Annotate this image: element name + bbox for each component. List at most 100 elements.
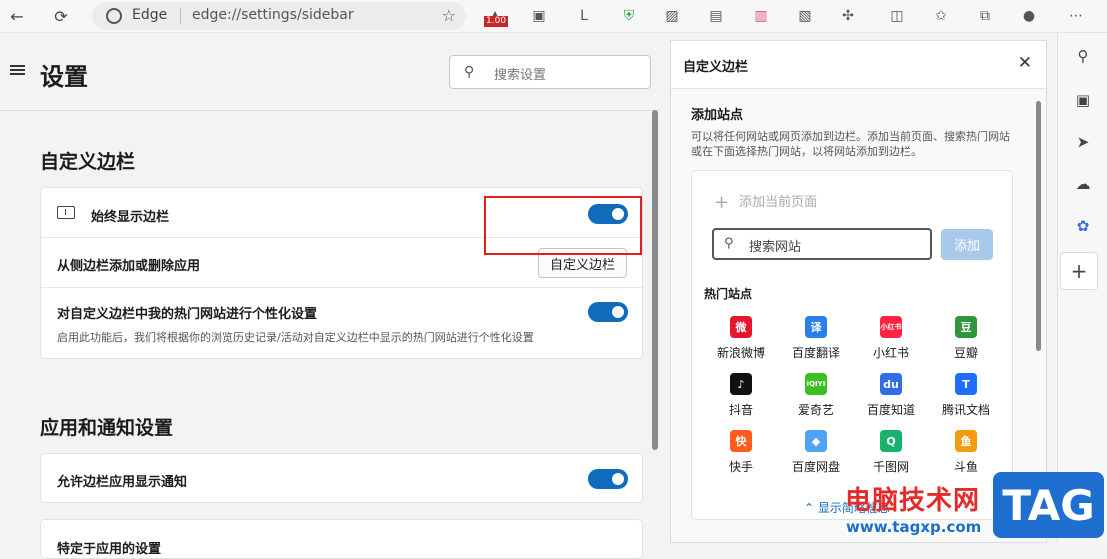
douyu-icon: 鱼 [955, 430, 977, 452]
app-settings-card: 特定于应用的设置 [40, 519, 643, 559]
favorites-icon[interactable]: ✩ [931, 6, 951, 26]
hot-site-name: 斗鱼 [953, 460, 978, 474]
more-menu-icon[interactable]: ⋯ [1066, 6, 1086, 26]
page-title: 设置 [40, 63, 88, 91]
hot-site-item[interactable]: 微新浪微博 [704, 316, 778, 361]
qiantu-icon: Q [880, 430, 902, 452]
add-favorite-icon[interactable]: ☆ [442, 6, 456, 25]
extension-clipboard-icon[interactable]: ▤ [706, 6, 726, 26]
extension-l-icon[interactable]: L [574, 6, 594, 26]
hot-site-item[interactable]: 鱼斗鱼 [929, 430, 1003, 475]
back-arrow-icon[interactable]: ← [4, 4, 30, 28]
extension-shield-icon[interactable]: ⛨ [619, 6, 639, 26]
customize-sidebar-panel: 自定义边栏 ✕ 添加站点 可以将任何网站或网页添加到边栏。添加当前页面、搜索热门… [670, 40, 1047, 543]
sidebar-panel-icon [57, 206, 75, 219]
split-screen-icon[interactable]: ◫ [887, 6, 907, 26]
hot-site-name: 新浪微博 [716, 346, 765, 360]
extension-image-icon[interactable]: ▨ [662, 6, 682, 26]
hot-site-name: 抖音 [728, 403, 753, 417]
weibo-icon: 微 [730, 316, 752, 338]
hot-sites-label: 热门站点 [704, 287, 753, 301]
address-brand: Edge [132, 7, 168, 23]
hot-site-name: 腾讯文档 [941, 403, 990, 417]
plus-icon: + [714, 192, 730, 213]
site-search-placeholder: 搜索网站 [749, 240, 802, 255]
hot-site-item[interactable]: Q 千图网 [854, 430, 928, 475]
extension-bookmark-icon[interactable]: ▥ [751, 6, 771, 26]
notify-label: 允许边栏应用显示通知 [57, 475, 188, 490]
tencent-docs-icon: T [955, 373, 977, 395]
add-site-card: + 添加当前页面 ⚲ 搜索网站 添加 热门站点 微新浪微博译百度翻译 小红书 小红书豆… [691, 170, 1013, 520]
section-title-notifications: 应用和通知设置 [40, 417, 174, 439]
personalize-label: 对自定义边栏中我的热门网站进行个性化设置 [57, 307, 318, 322]
personalize-toggle[interactable] [588, 302, 628, 322]
add-app-button[interactable]: + [1060, 252, 1098, 290]
watermark-logo: TAG [993, 472, 1104, 538]
add-site-description: 可以将任何网站或网页添加到边栏。添加当前页面、搜索热门网站或在下面选择热门网站，… [691, 130, 1010, 158]
address-bar[interactable]: Edge edge://settings/sidebar ☆ [92, 2, 466, 30]
settings-search-input[interactable]: ⚲ 搜索设置 [449, 55, 651, 89]
notify-toggle[interactable] [588, 469, 628, 489]
panel-header: 自定义边栏 ✕ [671, 41, 1046, 89]
hot-site-item[interactable]: ♪ 抖音 [704, 373, 778, 418]
hot-site-item[interactable]: 译百度翻译 [779, 316, 853, 361]
add-remove-apps-label: 从侧边栏添加或删除应用 [57, 259, 201, 274]
cloud-icon[interactable]: ☁ [1072, 173, 1094, 195]
browser-toolbar: ← ⟳ Edge edge://settings/sidebar ☆ ▲ 1.0… [0, 0, 1107, 33]
hot-site-item[interactable]: 快快手 [704, 430, 778, 475]
personalize-description: 启用此功能后，我们将根据你的浏览历史记录/活动对自定义边栏中显示的热门网站进行个… [57, 331, 534, 344]
hot-site-item[interactable]: ◆ 百度网盘 [779, 430, 853, 475]
settings-header: 设置 ⚲ 搜索设置 [0, 33, 660, 111]
watermark-url: www.tagxp.com [846, 518, 982, 536]
settings-page: 设置 ⚲ 搜索设置 自定义边栏 始终显示边栏 从侧边栏添加或删除应用 自定义边栏… [0, 33, 660, 559]
app-settings-label[interactable]: 特定于应用的设置 [57, 538, 161, 557]
hot-site-item[interactable]: 豆豆瓣 [929, 316, 1003, 361]
send-icon[interactable]: ➤ [1072, 131, 1094, 153]
sidebar-rail: ⚲ ▣ ➤ ☁ ✿ + [1057, 33, 1107, 543]
refresh-icon[interactable]: ⟳ [48, 4, 74, 28]
panel-scrollbar[interactable] [1036, 101, 1041, 351]
baidu-icon[interactable]: ✿ [1072, 215, 1094, 237]
hot-site-name: 千图网 [872, 460, 909, 474]
douyin-icon: ♪ [730, 373, 752, 395]
extensions-puzzle-icon[interactable]: ✣ [838, 6, 858, 26]
close-icon[interactable]: ✕ [1018, 53, 1032, 73]
extension-game-icon[interactable]: ▣ [529, 6, 549, 26]
collections-icon[interactable]: ⧉ [975, 6, 995, 26]
hot-site-name: 百度知道 [866, 403, 915, 417]
search-icon[interactable]: ⚲ [1072, 45, 1094, 67]
edge-logo-icon [106, 8, 122, 24]
search-icon: ⚲ [724, 236, 734, 251]
address-url: edge://settings/sidebar [192, 7, 354, 23]
xiaohongshu-icon: 小红书 [880, 316, 902, 338]
iqiyi-icon: iQIYI [805, 373, 827, 395]
menu-icon[interactable] [10, 65, 25, 75]
hot-site-item[interactable]: du 百度知道 [854, 373, 928, 418]
add-site-title: 添加站点 [691, 108, 744, 123]
hot-site-name: 百度翻译 [791, 346, 840, 360]
baidu-zhidao-icon: du [880, 373, 902, 395]
hot-site-item[interactable]: T 腾讯文档 [929, 373, 1003, 418]
baidu-translate-icon: 译 [805, 316, 827, 338]
add-current-page-button[interactable]: + 添加当前页面 [714, 191, 817, 213]
notification-card: 允许边栏应用显示通知 [40, 453, 643, 503]
search-placeholder: 搜索设置 [494, 68, 547, 83]
settings-scrollbar[interactable] [652, 110, 658, 450]
hot-site-item[interactable]: 小红书 小红书 [854, 316, 928, 361]
hot-site-name: 快手 [728, 460, 753, 474]
extension-badge: 1.00 [484, 16, 509, 27]
site-search-input[interactable]: ⚲ 搜索网站 [712, 228, 932, 260]
add-current-page-label: 添加当前页面 [739, 195, 818, 210]
hot-site-item[interactable]: iQIYI 爱奇艺 [779, 373, 853, 418]
baidu-netdisk-icon: ◆ [805, 430, 827, 452]
hot-site-name: 百度网盘 [791, 460, 840, 474]
douban-icon: 豆 [955, 316, 977, 338]
search-icon: ⚲ [464, 64, 475, 80]
add-site-button[interactable]: 添加 [941, 229, 993, 260]
highlight-box [484, 196, 642, 255]
toolbox-icon[interactable]: ▣ [1072, 89, 1094, 111]
address-separator [180, 8, 181, 24]
extension-photo-icon[interactable]: ▧ [795, 6, 815, 26]
profile-avatar-icon[interactable]: ● [1019, 6, 1039, 26]
watermark-text: 电脑技术网 [845, 486, 981, 516]
